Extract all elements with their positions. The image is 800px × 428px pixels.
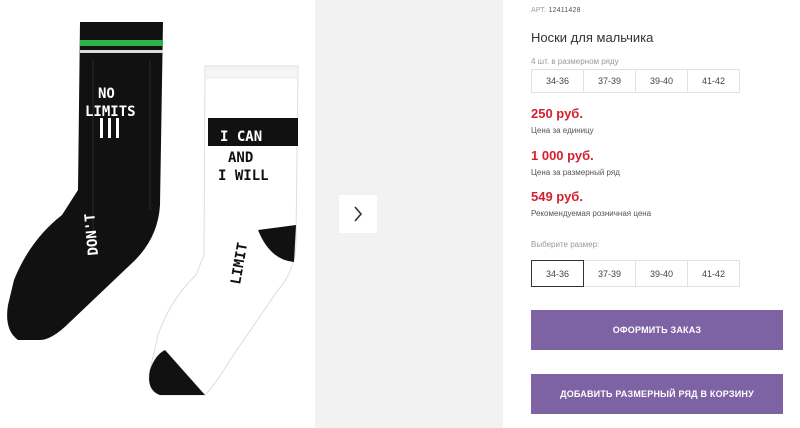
pack-size-item: 37-39 — [583, 69, 636, 93]
gallery-next-button[interactable] — [339, 195, 377, 233]
product-title: Носки для мальчика — [531, 30, 654, 45]
black-sock — [7, 22, 163, 340]
size-option-41-42[interactable]: 41-42 — [687, 260, 740, 287]
sock-green-stripe — [80, 40, 163, 46]
pack-note: 4 шт. в размерном ряду — [531, 57, 619, 66]
unit-price-note: Цена за единицу — [531, 126, 594, 135]
chevron-right-icon — [354, 206, 363, 222]
retail-price: 549 руб. — [531, 189, 583, 204]
sock-left-text-1: NO — [98, 86, 115, 102]
sock-right-text-1: I CAN — [220, 129, 262, 145]
place-order-button[interactable]: ОФОРМИТЬ ЗАКАЗ — [531, 310, 783, 350]
size-option-39-40[interactable]: 39-40 — [635, 260, 688, 287]
article-number: АРТ. 12411428 — [531, 7, 581, 14]
pack-size-item: 41-42 — [687, 69, 740, 93]
size-selector: 34-36 37-39 39-40 41-42 — [531, 260, 740, 287]
socks-illustration: NO LIMITS DON'T I CAN AND I WILL LIMIT — [7, 22, 299, 396]
sock-left-text-2: LIMITS — [85, 104, 136, 120]
pack-size-item: 39-40 — [635, 69, 688, 93]
set-price: 1 000 руб. — [531, 148, 594, 163]
product-image: NO LIMITS DON'T I CAN AND I WILL LIMIT — [0, 0, 315, 428]
add-size-set-to-cart-button[interactable]: ДОБАВИТЬ РАЗМЕРНЫЙ РЯД В КОРЗИНУ — [531, 374, 783, 414]
sock-right-text-2: AND — [228, 150, 253, 166]
size-option-34-36[interactable]: 34-36 — [531, 260, 584, 287]
pack-size-list: 34-36 37-39 39-40 41-42 — [531, 69, 740, 93]
unit-price: 250 руб. — [531, 106, 583, 121]
retail-price-note: Рекомендуемая розничная цена — [531, 209, 652, 218]
pack-size-item: 34-36 — [531, 69, 584, 93]
size-option-37-39[interactable]: 37-39 — [583, 260, 636, 287]
size-select-label: Выберите размер: — [531, 240, 600, 249]
sock-right-text-3: I WILL — [218, 168, 269, 184]
set-price-note: Цена за размерный ряд — [531, 168, 620, 177]
